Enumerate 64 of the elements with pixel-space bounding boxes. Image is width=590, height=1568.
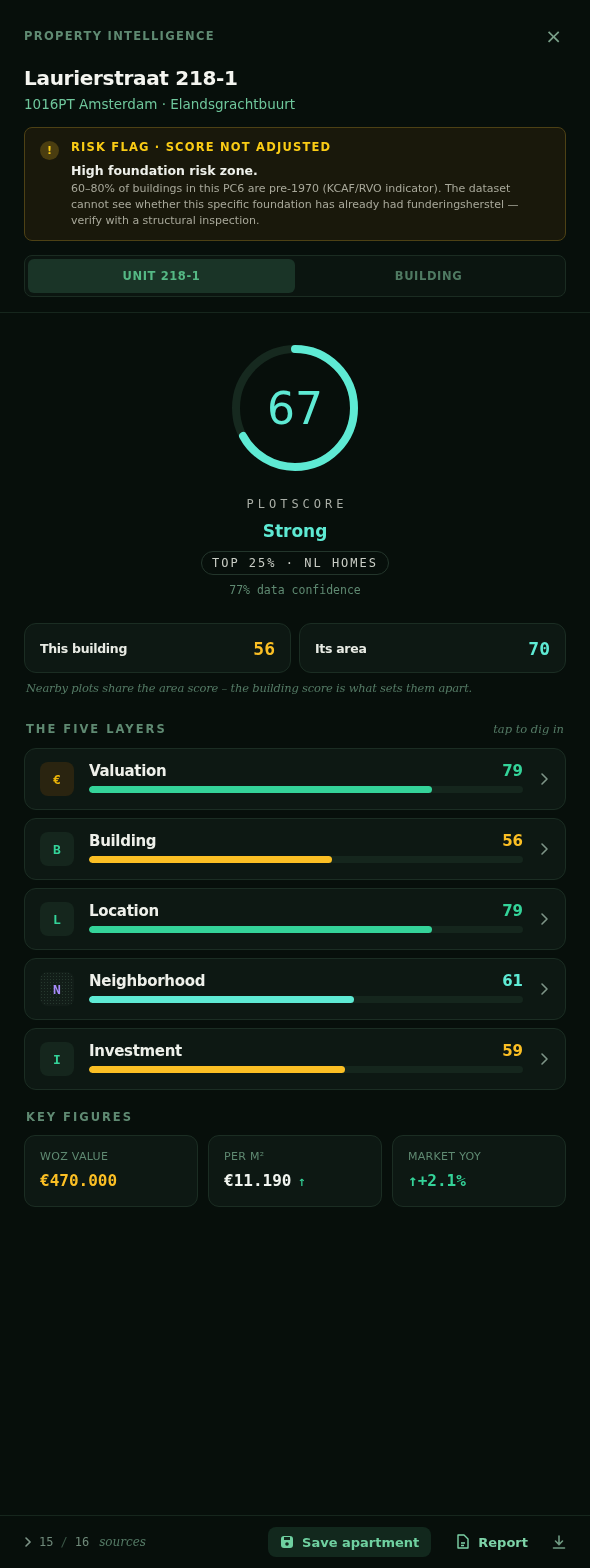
- hint-text: tap to dig in: [493, 722, 564, 736]
- layer-row[interactable]: € Valuation 79: [24, 748, 566, 810]
- address-title: Laurierstraat 218-1: [24, 66, 239, 90]
- layer-icon: I: [40, 1042, 74, 1076]
- chevron-right-icon: [538, 911, 551, 927]
- layer-name: Neighborhood: [89, 971, 206, 990]
- report-button[interactable]: Report: [443, 1527, 540, 1557]
- chevron-right-icon: [538, 1051, 551, 1067]
- score-value: 67: [267, 382, 323, 434]
- layer-row[interactable]: L Location 79: [24, 888, 566, 950]
- layer-name: Valuation: [89, 761, 167, 780]
- sources-total: 16: [74, 1535, 90, 1549]
- layer-icon: €: [40, 762, 74, 796]
- location-subtitle: 1016PT Amsterdam · Elandsgrachtbuurt: [24, 96, 297, 112]
- layer-score: 61: [502, 971, 523, 990]
- score-rating: Strong: [262, 521, 328, 541]
- layer-score: 59: [502, 1041, 523, 1060]
- view-tab[interactable]: UNIT 218-1: [28, 259, 295, 293]
- trend-up-icon: ↑: [297, 1177, 306, 1188]
- layer-score: 79: [502, 901, 523, 920]
- figure-value: ↑+2.1%: [408, 1171, 466, 1190]
- layer-icon: L: [40, 902, 74, 936]
- save-icon: [280, 1535, 295, 1549]
- sources-count: 15: [39, 1535, 54, 1549]
- layer-score: 79: [502, 761, 523, 780]
- chevron-right-icon: [538, 981, 551, 997]
- layer-icon: B: [40, 832, 74, 866]
- score-label: PLOTSCORE: [245, 497, 348, 511]
- chevron-right-icon[interactable]: [24, 1536, 32, 1548]
- card-label: This building: [40, 640, 128, 656]
- explanation-note: Nearby plots share the area score – the building score is what sets them apart.: [25, 681, 474, 695]
- alert-headline: High foundation risk zone.: [71, 163, 259, 178]
- chevron-right-icon: [538, 771, 551, 787]
- figure-label: MARKET YOY: [408, 1150, 482, 1163]
- layer-row[interactable]: N Neighborhood 61: [24, 958, 566, 1020]
- warning-icon: !: [40, 141, 59, 160]
- layer-score: 56: [502, 831, 523, 850]
- layer-name: Location: [89, 901, 159, 920]
- section-heading: THE FIVE LAYERS: [26, 722, 167, 736]
- section-heading: KEY FIGURES: [25, 1110, 134, 1124]
- score-value: 70: [528, 637, 550, 659]
- chevron-right-icon: [538, 841, 551, 857]
- figure-label: PER M²: [224, 1150, 266, 1163]
- score-value: 56: [253, 637, 275, 659]
- layer-row[interactable]: B Building 56: [24, 818, 566, 880]
- view-tab[interactable]: BUILDING: [295, 259, 562, 293]
- alert-body: 60–80% of buildings in this PC6 are pre-1970 (KCAF/RVO indicator). The dataset cannot see whether this specific foundation has already had funderingsherstel — verify with a structural inspection.: [71, 181, 520, 229]
- layer-name: Building: [89, 831, 157, 850]
- figure-value: €11.190: [224, 1171, 292, 1190]
- sources-label: sources: [99, 1535, 146, 1549]
- alert-title: RISK FLAG · SCORE NOT ADJUSTED: [71, 140, 333, 154]
- layer-icon: N: [40, 972, 74, 1006]
- save-button[interactable]: Save apartment: [268, 1527, 432, 1557]
- download-icon[interactable]: [552, 1535, 566, 1549]
- figure-value: €470.000: [40, 1171, 118, 1190]
- close-button[interactable]: ×: [541, 26, 566, 46]
- confidence-text: 77% data confidence: [229, 583, 361, 597]
- layer-name: Investment: [89, 1041, 182, 1060]
- separator-text: /: [60, 1535, 68, 1549]
- figure-label: WOZ VALUE: [40, 1150, 110, 1163]
- card-label: Its area: [315, 640, 367, 656]
- eyebrow-label: PROPERTY INTELLIGENCE: [24, 29, 215, 43]
- layer-row[interactable]: I Investment 59: [24, 1028, 566, 1090]
- document-icon: [455, 1534, 471, 1550]
